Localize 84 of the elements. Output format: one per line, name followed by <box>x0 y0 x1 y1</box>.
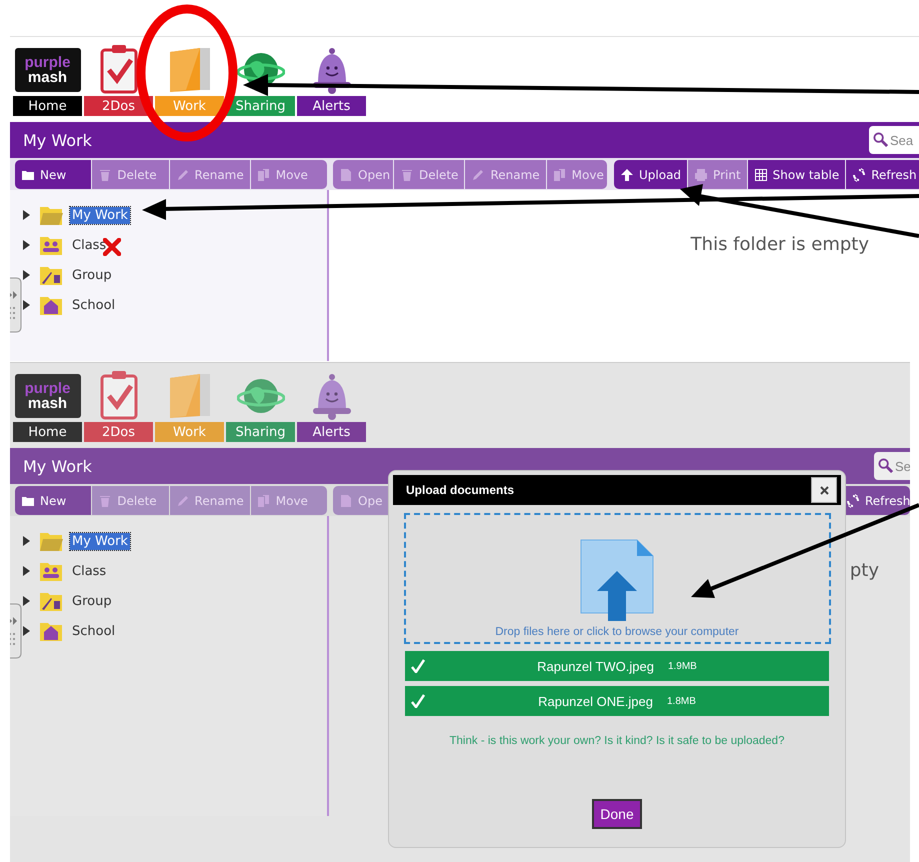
toolbar-button[interactable]: Open <box>333 160 393 189</box>
empty-folder-message: pty <box>848 560 879 581</box>
refresh-icon <box>846 494 860 508</box>
search-icon <box>878 458 893 473</box>
expand-arrow-icon[interactable] <box>22 240 30 250</box>
file-name: Rapunzel ONE.jpeg <box>538 694 653 708</box>
expand-arrow-icon[interactable] <box>22 596 30 606</box>
toolbar-button[interactable]: Refresh <box>846 160 919 189</box>
grid-icon <box>754 168 768 182</box>
school-folder-icon <box>39 620 63 642</box>
panel-handle[interactable] <box>10 277 22 333</box>
toolbar-button[interactable]: Print <box>688 160 747 189</box>
file-size: 1.8MB <box>667 696 696 706</box>
expand-arrow-icon[interactable] <box>22 210 30 220</box>
expand-arrow-icon[interactable] <box>22 536 30 546</box>
document-icon <box>339 168 353 182</box>
logo[interactable]: purple mash <box>14 374 80 418</box>
tree-item[interactable]: My Work <box>70 206 130 224</box>
people-folder-icon <box>39 560 63 582</box>
expand-arrow-icon[interactable] <box>22 300 30 310</box>
done-button[interactable]: Done <box>592 799 642 829</box>
logo[interactable]: purple mash <box>14 48 80 92</box>
copy-icon <box>256 168 271 182</box>
trash-icon <box>98 168 112 182</box>
toolbar-button[interactable]: Upload <box>614 160 688 189</box>
toolbar-button[interactable]: New <box>15 160 92 189</box>
open-folder-icon <box>39 204 63 226</box>
tree-item[interactable]: My Work <box>70 532 130 550</box>
toolbar-button[interactable]: Show table <box>748 160 846 189</box>
nav-tab[interactable]: Home <box>13 422 82 442</box>
expand-arrow-icon[interactable] <box>22 626 30 636</box>
trash-icon <box>98 494 112 508</box>
upload-note: Think - is this work your own? Is it kind? Is it safe to be uploaded? <box>450 735 784 747</box>
expand-arrow-icon[interactable] <box>22 566 30 576</box>
close-icon <box>820 486 828 494</box>
page-title: My Work <box>22 130 92 150</box>
panel-handle[interactable] <box>10 603 22 659</box>
tree-item[interactable]: Class <box>70 236 108 254</box>
search-field[interactable]: Se <box>874 452 910 480</box>
dialog-title: Upload documents <box>406 483 514 497</box>
music-folder-icon <box>39 264 63 286</box>
nav-tab[interactable]: Alerts <box>297 422 366 442</box>
pencil-icon <box>471 168 486 182</box>
pencil-icon <box>176 494 190 508</box>
drop-zone[interactable]: Drop files here or click to browse your computer <box>404 513 830 644</box>
file-upload-icon <box>580 539 654 621</box>
pencil-icon <box>176 168 190 182</box>
tree-item[interactable]: School <box>70 296 118 314</box>
open-folder-icon <box>39 530 63 552</box>
toolbar-button[interactable]: Delete <box>394 160 464 189</box>
toolbar-button[interactable]: Move <box>546 160 607 189</box>
nav-tab[interactable]: Home <box>13 96 82 116</box>
expand-arrow-icon[interactable] <box>22 270 30 280</box>
drop-hint: Drop files here or click to browse your computer <box>495 626 739 638</box>
toolbar-button[interactable]: Move <box>250 160 327 189</box>
close-button[interactable] <box>811 477 837 503</box>
page-title: My Work <box>22 456 92 476</box>
document-icon <box>339 494 353 508</box>
empty-folder-message: This folder is empty <box>690 234 869 255</box>
tree-item[interactable]: Group <box>70 592 114 610</box>
toolbar-button[interactable]: Rename <box>170 160 250 189</box>
tree-item[interactable]: Class <box>70 562 108 580</box>
copy-icon <box>552 168 567 182</box>
upload-icon <box>620 168 634 182</box>
tree-item[interactable]: School <box>70 622 118 640</box>
toolbar-button[interactable]: New <box>15 486 92 515</box>
toolbar-button[interactable]: Delete <box>92 160 169 189</box>
refresh-icon <box>852 168 866 182</box>
copy-icon <box>256 494 271 508</box>
toolbar-button[interactable]: Rename <box>465 160 546 189</box>
search-icon <box>873 132 888 147</box>
tree-item[interactable]: Group <box>70 266 114 284</box>
nav-tab[interactable]: Alerts <box>297 96 366 116</box>
people-folder-icon <box>39 234 63 256</box>
trash-icon <box>400 168 414 182</box>
nav-tab[interactable]: Sharing <box>226 96 295 116</box>
printer-icon <box>694 168 708 182</box>
search-field[interactable]: Sea <box>869 126 919 154</box>
nav-tab[interactable]: 2Dos <box>84 422 153 442</box>
nav-tab[interactable]: Sharing <box>226 422 295 442</box>
music-folder-icon <box>39 590 63 612</box>
file-size: 1.9MB <box>668 660 697 672</box>
file-name: Rapunzel TWO.jpeg <box>537 658 654 674</box>
school-folder-icon <box>39 294 63 316</box>
